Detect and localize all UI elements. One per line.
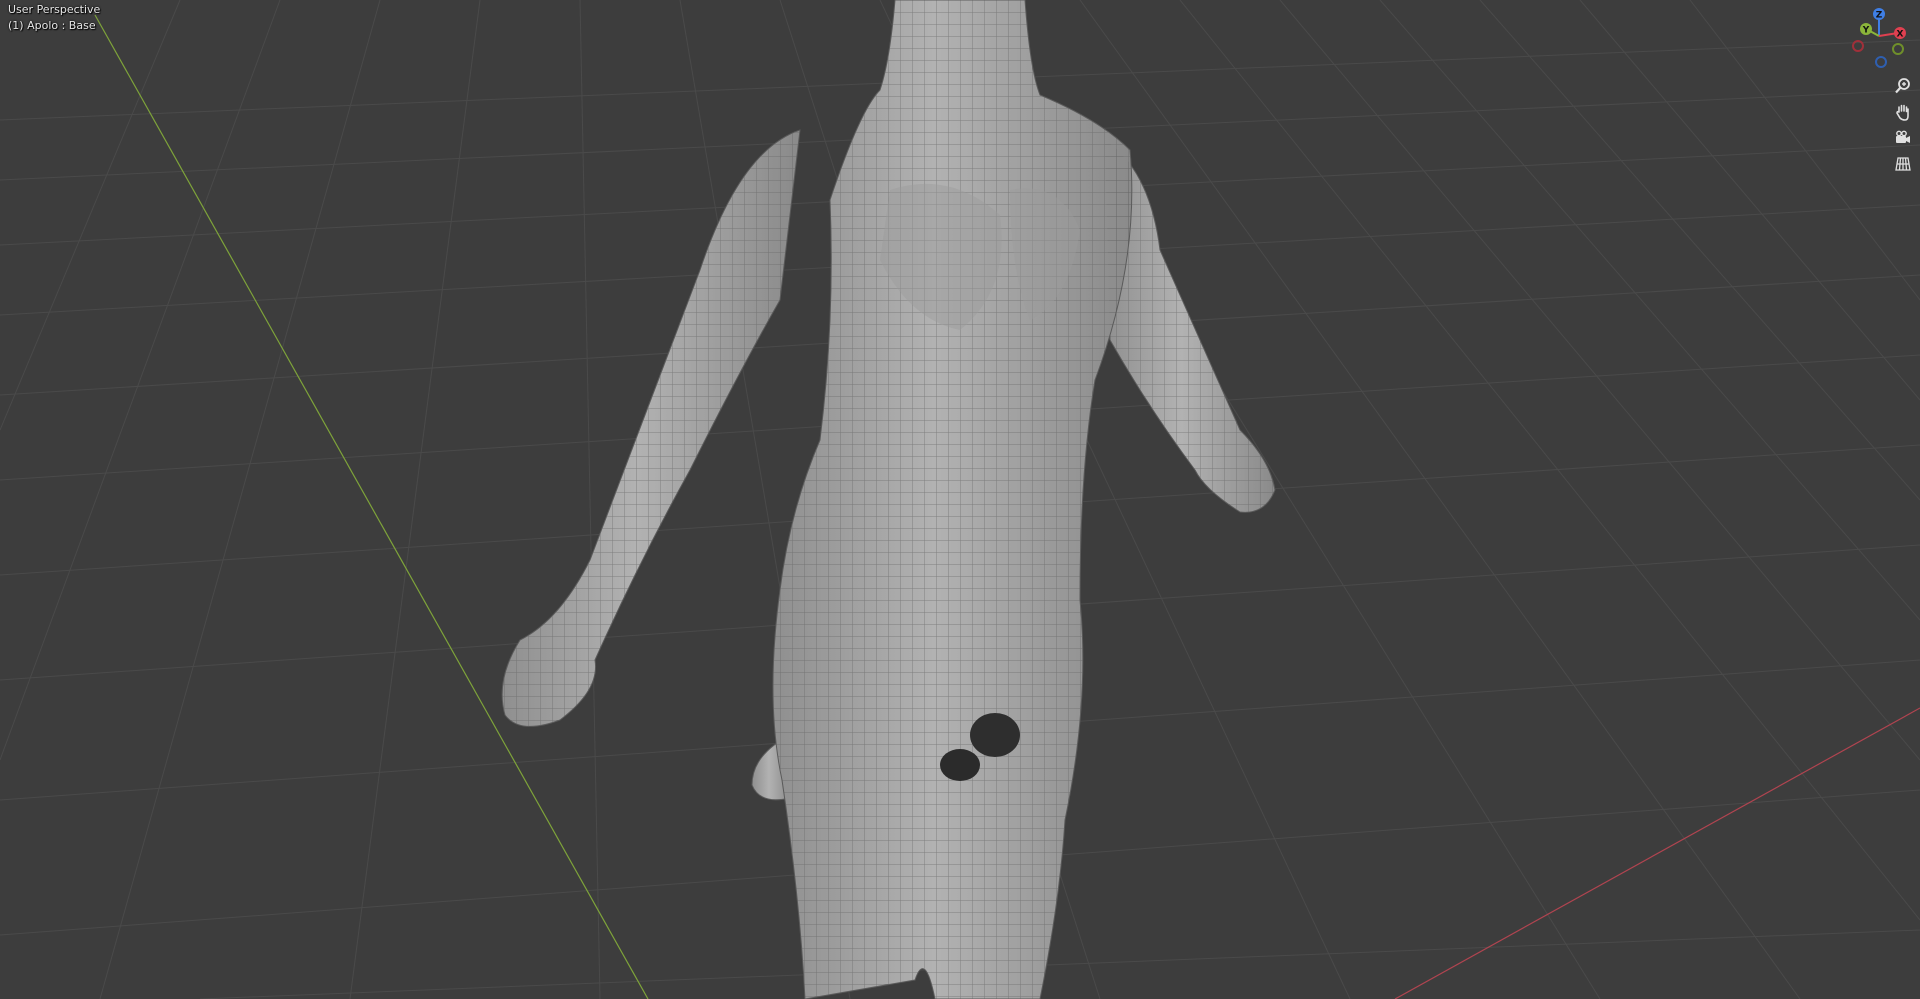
scene-canvas[interactable] <box>0 0 1920 999</box>
3d-viewport[interactable]: User Perspective (1) Apolo : Base Z Y X <box>0 0 1920 999</box>
viewport-info: User Perspective (1) Apolo : Base <box>8 2 100 34</box>
gizmo-y-label: Y <box>1862 26 1870 36</box>
gizmo-x-label: X <box>1897 30 1904 40</box>
view-name: User Perspective <box>8 3 101 16</box>
character-mesh <box>501 0 1276 999</box>
navigation-gizmo[interactable]: Z Y X <box>1846 4 1912 70</box>
x-axis-line <box>1394 707 1920 999</box>
hand-icon <box>1896 104 1909 121</box>
zoom-icon <box>1895 78 1910 94</box>
gizmo-z-label: Z <box>1876 11 1883 21</box>
pan-button[interactable] <box>1890 100 1916 124</box>
grid-icon <box>1895 157 1911 171</box>
zoom-button[interactable] <box>1890 74 1916 98</box>
object-label: (1) Apolo : Base <box>8 19 96 32</box>
ortho-toggle-button[interactable] <box>1890 152 1916 176</box>
camera-icon <box>1896 130 1910 143</box>
camera-button[interactable] <box>1890 126 1916 150</box>
